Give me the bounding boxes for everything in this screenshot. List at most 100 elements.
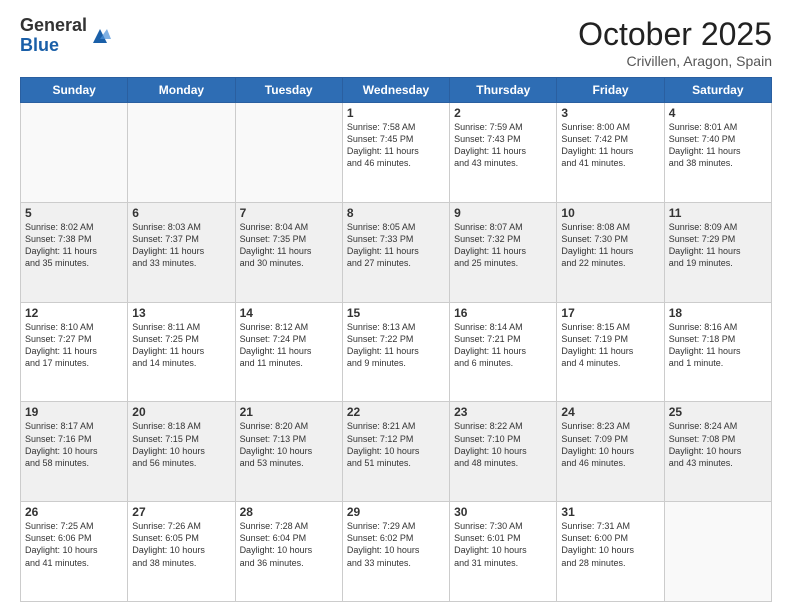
day-number: 12 <box>25 306 123 320</box>
week-row-4: 26Sunrise: 7:25 AM Sunset: 6:06 PM Dayli… <box>21 502 772 602</box>
day-number: 7 <box>240 206 338 220</box>
calendar-cell <box>235 103 342 203</box>
day-info: Sunrise: 8:08 AM Sunset: 7:30 PM Dayligh… <box>561 221 659 270</box>
calendar-cell: 9Sunrise: 8:07 AM Sunset: 7:32 PM Daylig… <box>450 202 557 302</box>
calendar-cell: 10Sunrise: 8:08 AM Sunset: 7:30 PM Dayli… <box>557 202 664 302</box>
day-number: 23 <box>454 405 552 419</box>
calendar-cell: 14Sunrise: 8:12 AM Sunset: 7:24 PM Dayli… <box>235 302 342 402</box>
day-info: Sunrise: 8:13 AM Sunset: 7:22 PM Dayligh… <box>347 321 445 370</box>
header-right: October 2025 Crivillen, Aragon, Spain <box>578 16 772 69</box>
week-row-1: 5Sunrise: 8:02 AM Sunset: 7:38 PM Daylig… <box>21 202 772 302</box>
day-info: Sunrise: 8:01 AM Sunset: 7:40 PM Dayligh… <box>669 121 767 170</box>
col-header-friday: Friday <box>557 78 664 103</box>
day-number: 26 <box>25 505 123 519</box>
calendar-cell: 6Sunrise: 8:03 AM Sunset: 7:37 PM Daylig… <box>128 202 235 302</box>
day-number: 11 <box>669 206 767 220</box>
calendar-cell: 8Sunrise: 8:05 AM Sunset: 7:33 PM Daylig… <box>342 202 449 302</box>
calendar-cell: 2Sunrise: 7:59 AM Sunset: 7:43 PM Daylig… <box>450 103 557 203</box>
calendar-cell: 22Sunrise: 8:21 AM Sunset: 7:12 PM Dayli… <box>342 402 449 502</box>
calendar-cell: 30Sunrise: 7:30 AM Sunset: 6:01 PM Dayli… <box>450 502 557 602</box>
calendar-cell: 3Sunrise: 8:00 AM Sunset: 7:42 PM Daylig… <box>557 103 664 203</box>
day-info: Sunrise: 8:16 AM Sunset: 7:18 PM Dayligh… <box>669 321 767 370</box>
week-row-0: 1Sunrise: 7:58 AM Sunset: 7:45 PM Daylig… <box>21 103 772 203</box>
day-number: 28 <box>240 505 338 519</box>
day-number: 13 <box>132 306 230 320</box>
calendar-cell: 31Sunrise: 7:31 AM Sunset: 6:00 PM Dayli… <box>557 502 664 602</box>
calendar-cell: 18Sunrise: 8:16 AM Sunset: 7:18 PM Dayli… <box>664 302 771 402</box>
day-number: 9 <box>454 206 552 220</box>
day-info: Sunrise: 8:23 AM Sunset: 7:09 PM Dayligh… <box>561 420 659 469</box>
calendar-cell: 24Sunrise: 8:23 AM Sunset: 7:09 PM Dayli… <box>557 402 664 502</box>
calendar-cell <box>664 502 771 602</box>
calendar-cell: 23Sunrise: 8:22 AM Sunset: 7:10 PM Dayli… <box>450 402 557 502</box>
day-number: 6 <box>132 206 230 220</box>
calendar-cell: 15Sunrise: 8:13 AM Sunset: 7:22 PM Dayli… <box>342 302 449 402</box>
day-info: Sunrise: 8:18 AM Sunset: 7:15 PM Dayligh… <box>132 420 230 469</box>
logo-text: General Blue <box>20 16 87 56</box>
day-info: Sunrise: 8:14 AM Sunset: 7:21 PM Dayligh… <box>454 321 552 370</box>
month-title: October 2025 <box>578 16 772 53</box>
col-header-sunday: Sunday <box>21 78 128 103</box>
day-info: Sunrise: 8:00 AM Sunset: 7:42 PM Dayligh… <box>561 121 659 170</box>
day-info: Sunrise: 7:59 AM Sunset: 7:43 PM Dayligh… <box>454 121 552 170</box>
day-info: Sunrise: 8:21 AM Sunset: 7:12 PM Dayligh… <box>347 420 445 469</box>
calendar-cell: 29Sunrise: 7:29 AM Sunset: 6:02 PM Dayli… <box>342 502 449 602</box>
day-info: Sunrise: 8:07 AM Sunset: 7:32 PM Dayligh… <box>454 221 552 270</box>
day-info: Sunrise: 7:31 AM Sunset: 6:00 PM Dayligh… <box>561 520 659 569</box>
day-info: Sunrise: 8:04 AM Sunset: 7:35 PM Dayligh… <box>240 221 338 270</box>
col-header-monday: Monday <box>128 78 235 103</box>
calendar-cell: 1Sunrise: 7:58 AM Sunset: 7:45 PM Daylig… <box>342 103 449 203</box>
day-info: Sunrise: 7:30 AM Sunset: 6:01 PM Dayligh… <box>454 520 552 569</box>
calendar-cell: 20Sunrise: 8:18 AM Sunset: 7:15 PM Dayli… <box>128 402 235 502</box>
day-number: 3 <box>561 106 659 120</box>
day-number: 22 <box>347 405 445 419</box>
day-number: 29 <box>347 505 445 519</box>
col-header-wednesday: Wednesday <box>342 78 449 103</box>
day-number: 15 <box>347 306 445 320</box>
day-info: Sunrise: 8:17 AM Sunset: 7:16 PM Dayligh… <box>25 420 123 469</box>
day-info: Sunrise: 7:26 AM Sunset: 6:05 PM Dayligh… <box>132 520 230 569</box>
calendar-cell: 27Sunrise: 7:26 AM Sunset: 6:05 PM Dayli… <box>128 502 235 602</box>
day-headers-row: SundayMondayTuesdayWednesdayThursdayFrid… <box>21 78 772 103</box>
calendar-table: SundayMondayTuesdayWednesdayThursdayFrid… <box>20 77 772 602</box>
calendar-cell: 12Sunrise: 8:10 AM Sunset: 7:27 PM Dayli… <box>21 302 128 402</box>
calendar-cell: 5Sunrise: 8:02 AM Sunset: 7:38 PM Daylig… <box>21 202 128 302</box>
day-number: 1 <box>347 106 445 120</box>
header: General Blue October 2025 Crivillen, Ara… <box>20 16 772 69</box>
day-number: 24 <box>561 405 659 419</box>
day-info: Sunrise: 8:22 AM Sunset: 7:10 PM Dayligh… <box>454 420 552 469</box>
calendar-cell: 19Sunrise: 8:17 AM Sunset: 7:16 PM Dayli… <box>21 402 128 502</box>
day-number: 31 <box>561 505 659 519</box>
calendar-cell: 16Sunrise: 8:14 AM Sunset: 7:21 PM Dayli… <box>450 302 557 402</box>
calendar-cell: 28Sunrise: 7:28 AM Sunset: 6:04 PM Dayli… <box>235 502 342 602</box>
day-number: 14 <box>240 306 338 320</box>
col-header-thursday: Thursday <box>450 78 557 103</box>
location: Crivillen, Aragon, Spain <box>578 53 772 69</box>
col-header-tuesday: Tuesday <box>235 78 342 103</box>
day-number: 2 <box>454 106 552 120</box>
day-number: 8 <box>347 206 445 220</box>
calendar-cell: 4Sunrise: 8:01 AM Sunset: 7:40 PM Daylig… <box>664 103 771 203</box>
day-info: Sunrise: 8:09 AM Sunset: 7:29 PM Dayligh… <box>669 221 767 270</box>
logo: General Blue <box>20 16 111 56</box>
day-info: Sunrise: 8:10 AM Sunset: 7:27 PM Dayligh… <box>25 321 123 370</box>
calendar-cell: 17Sunrise: 8:15 AM Sunset: 7:19 PM Dayli… <box>557 302 664 402</box>
day-info: Sunrise: 8:05 AM Sunset: 7:33 PM Dayligh… <box>347 221 445 270</box>
day-number: 27 <box>132 505 230 519</box>
calendar-cell: 26Sunrise: 7:25 AM Sunset: 6:06 PM Dayli… <box>21 502 128 602</box>
day-info: Sunrise: 8:15 AM Sunset: 7:19 PM Dayligh… <box>561 321 659 370</box>
day-info: Sunrise: 7:29 AM Sunset: 6:02 PM Dayligh… <box>347 520 445 569</box>
day-info: Sunrise: 7:28 AM Sunset: 6:04 PM Dayligh… <box>240 520 338 569</box>
day-info: Sunrise: 8:20 AM Sunset: 7:13 PM Dayligh… <box>240 420 338 469</box>
day-number: 19 <box>25 405 123 419</box>
logo-blue: Blue <box>20 36 87 56</box>
day-info: Sunrise: 8:12 AM Sunset: 7:24 PM Dayligh… <box>240 321 338 370</box>
day-info: Sunrise: 8:24 AM Sunset: 7:08 PM Dayligh… <box>669 420 767 469</box>
day-number: 16 <box>454 306 552 320</box>
week-row-3: 19Sunrise: 8:17 AM Sunset: 7:16 PM Dayli… <box>21 402 772 502</box>
day-number: 20 <box>132 405 230 419</box>
calendar-cell <box>128 103 235 203</box>
calendar-cell <box>21 103 128 203</box>
day-number: 25 <box>669 405 767 419</box>
page: General Blue October 2025 Crivillen, Ara… <box>0 0 792 612</box>
